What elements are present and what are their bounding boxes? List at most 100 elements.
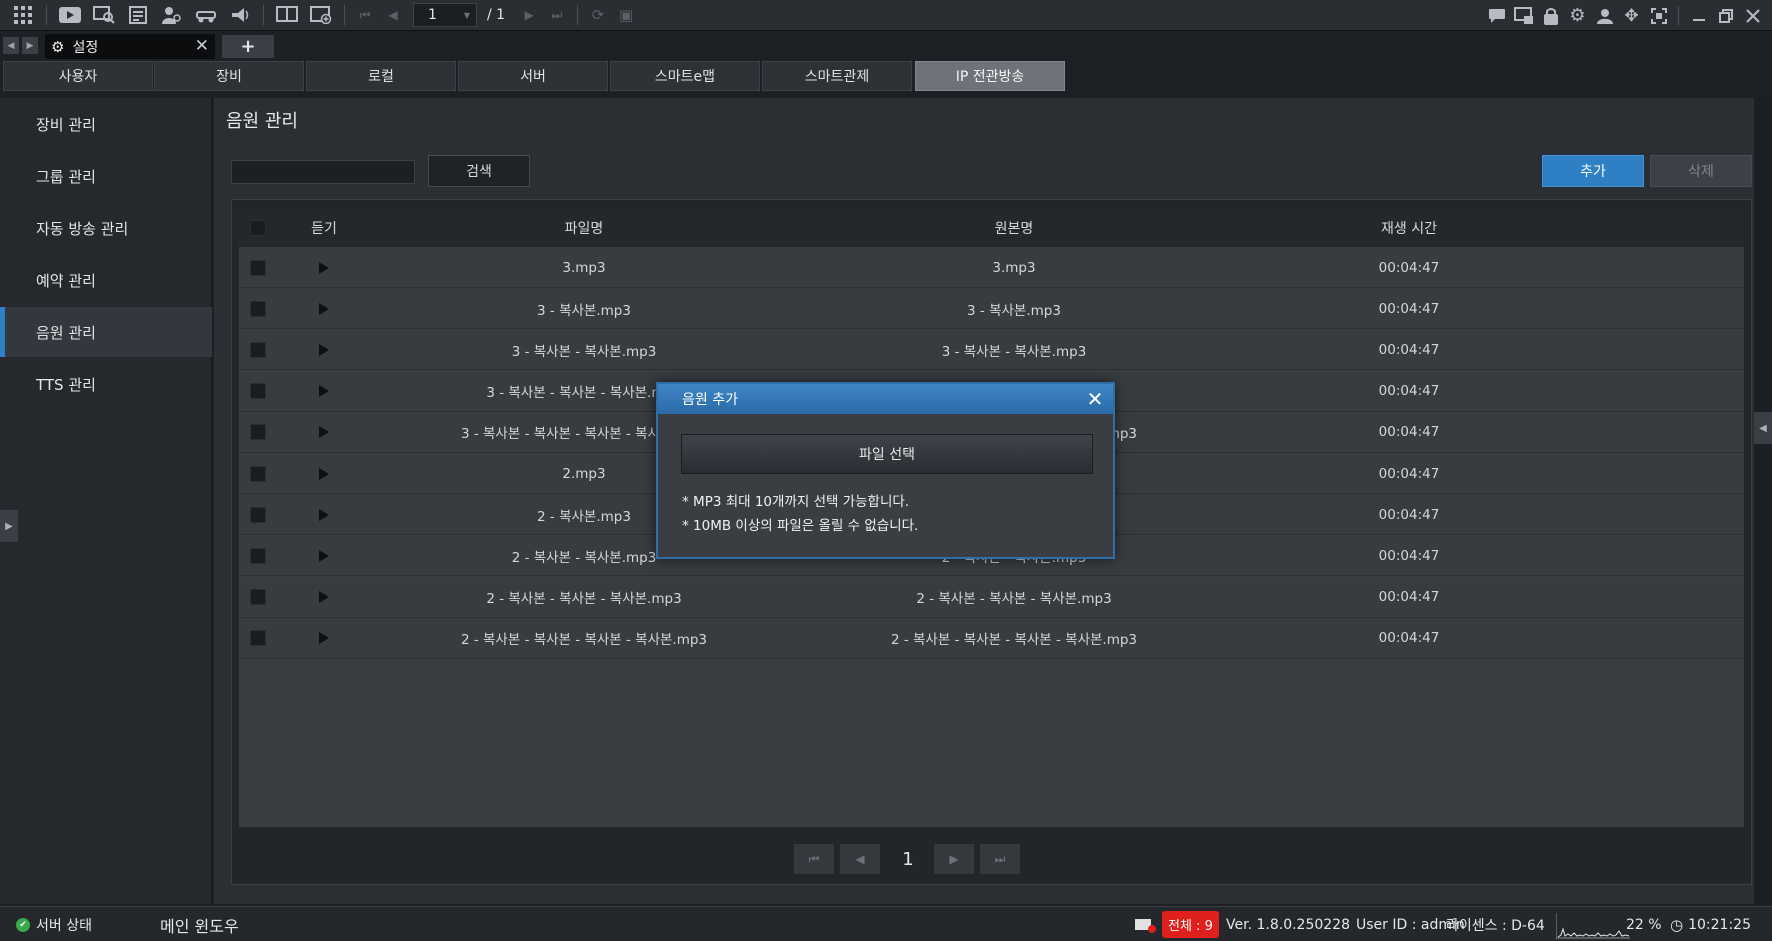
search-input[interactable]: [231, 160, 415, 184]
row-checkbox-cell[interactable]: [247, 371, 269, 412]
row-checkbox[interactable]: [250, 300, 266, 317]
tab-device[interactable]: 장비: [154, 61, 304, 91]
row-checkbox[interactable]: [250, 506, 266, 523]
column-header-filename[interactable]: 파일명: [359, 209, 809, 247]
add-tab-button[interactable]: +: [222, 35, 274, 58]
gear-icon[interactable]: ⚙: [1564, 2, 1591, 30]
message-icon[interactable]: [1510, 2, 1537, 30]
tab-smart-control[interactable]: 스마트관제: [762, 61, 912, 91]
sidebar-item-auto-broadcast[interactable]: 자동 방송 관리: [0, 203, 212, 253]
table-row[interactable]: 2 - 복사본 - 복사본 - 복사본 - 복사본.mp3 2 - 복사본 - 복…: [239, 617, 1744, 659]
grid-menu-icon[interactable]: [6, 1, 40, 29]
lock-icon[interactable]: [1537, 2, 1564, 30]
row-checkbox-cell[interactable]: [247, 494, 269, 535]
row-checkbox[interactable]: [250, 341, 266, 358]
delete-button[interactable]: 삭제: [1650, 155, 1752, 187]
add-layout-icon[interactable]: [304, 1, 338, 29]
right-panel-handle[interactable]: ◀: [1754, 412, 1772, 444]
row-checkbox-cell[interactable]: [247, 535, 269, 576]
event-list-icon[interactable]: [121, 1, 155, 29]
row-checkbox[interactable]: [250, 383, 266, 400]
restore-icon[interactable]: [1712, 2, 1739, 30]
broadcast-icon[interactable]: [223, 1, 257, 29]
user-icon[interactable]: [1591, 2, 1618, 30]
last-page-icon[interactable]: ⏭: [543, 1, 571, 29]
row-checkbox[interactable]: [250, 589, 266, 606]
row-checkbox-cell[interactable]: [247, 247, 269, 288]
row-checkbox-cell[interactable]: [247, 412, 269, 453]
play-button[interactable]: [299, 618, 349, 659]
play-button[interactable]: [299, 247, 349, 288]
play-button[interactable]: [299, 535, 349, 576]
close-icon[interactable]: ✕: [1083, 386, 1107, 412]
play-button[interactable]: [299, 453, 349, 494]
row-checkbox[interactable]: [250, 424, 266, 441]
first-page-icon[interactable]: ⏮: [351, 1, 379, 29]
alarm-count-badge[interactable]: 전체 : 9: [1162, 907, 1219, 941]
row-checkbox-cell[interactable]: [247, 618, 269, 659]
fullscreen-icon[interactable]: [1645, 2, 1672, 30]
close-icon[interactable]: [1739, 2, 1766, 30]
row-checkbox-cell[interactable]: [247, 288, 269, 329]
current-page-number[interactable]: 1: [888, 844, 928, 874]
tab-local[interactable]: 로컬: [306, 61, 456, 91]
row-checkbox-cell[interactable]: [247, 329, 269, 370]
sidebar-item-reservation[interactable]: 예약 관리: [0, 255, 212, 305]
tab-ip-broadcast[interactable]: IP 전관방송: [915, 61, 1065, 91]
table-row[interactable]: 3.mp3 3.mp3 00:04:47: [239, 247, 1744, 288]
play-button[interactable]: [299, 577, 349, 618]
live-view-icon[interactable]: [53, 1, 87, 29]
row-checkbox[interactable]: [250, 547, 266, 564]
play-button[interactable]: [299, 494, 349, 535]
capture-icon[interactable]: ▣: [612, 1, 640, 29]
column-header-duration[interactable]: 재생 시간: [1359, 209, 1459, 247]
sidebar-item-device-management[interactable]: 장비 관리: [0, 99, 212, 149]
row-checkbox-cell[interactable]: [247, 453, 269, 494]
tab-scroll-right-icon[interactable]: ▶: [22, 37, 38, 54]
table-row[interactable]: 2 - 복사본 - 복사본 - 복사본.mp3 2 - 복사본 - 복사본 - 복…: [239, 576, 1744, 618]
prev-page-icon[interactable]: ◀: [379, 1, 407, 29]
tab-scroll-left-icon[interactable]: ◀: [3, 37, 19, 54]
vehicle-icon[interactable]: [189, 1, 223, 29]
tab-user[interactable]: 사용자: [3, 61, 153, 91]
next-page-icon[interactable]: ▶: [515, 1, 543, 29]
close-tab-icon[interactable]: ✕: [195, 36, 209, 56]
select-all-checkbox-cell[interactable]: [247, 209, 269, 247]
table-row[interactable]: 3 - 복사본.mp3 3 - 복사본.mp3 00:04:47: [239, 288, 1744, 330]
sidebar-item-group-management[interactable]: 그룹 관리: [0, 151, 212, 201]
next-page-icon[interactable]: ▶: [934, 844, 974, 874]
row-checkbox[interactable]: [250, 630, 266, 647]
play-button[interactable]: [299, 371, 349, 412]
tab-smart-emap[interactable]: 스마트e맵: [610, 61, 760, 91]
last-page-icon[interactable]: ⏭: [980, 844, 1020, 874]
select-file-button[interactable]: 파일 선택: [681, 434, 1093, 474]
layout-icon[interactable]: [270, 1, 304, 29]
tab-settings[interactable]: ⚙ 설정 ✕: [45, 34, 215, 59]
row-checkbox-cell[interactable]: [247, 577, 269, 618]
prev-page-icon[interactable]: ◀: [840, 844, 880, 874]
server-status[interactable]: ✔ 서버 상태: [16, 907, 92, 941]
search-button[interactable]: 검색: [428, 155, 530, 187]
first-page-icon[interactable]: ⏮: [794, 844, 834, 874]
row-checkbox[interactable]: [250, 259, 266, 276]
sidebar-collapse-handle[interactable]: ▶: [0, 510, 18, 542]
column-header-original[interactable]: 원본명: [809, 209, 1219, 247]
play-button[interactable]: [299, 329, 349, 370]
move-icon[interactable]: ✥: [1618, 2, 1645, 30]
chat-icon[interactable]: [1483, 2, 1510, 30]
add-button[interactable]: 추가: [1542, 155, 1644, 187]
play-button[interactable]: [299, 288, 349, 329]
play-button[interactable]: [299, 412, 349, 453]
select-all-checkbox[interactable]: [250, 220, 266, 236]
alarm-bell-icon[interactable]: [1134, 907, 1156, 941]
person-search-icon[interactable]: [155, 1, 189, 29]
minimize-icon[interactable]: [1685, 2, 1712, 30]
search-playback-icon[interactable]: [87, 1, 121, 29]
table-row[interactable]: 3 - 복사본 - 복사본.mp3 3 - 복사본 - 복사본.mp3 00:04:…: [239, 329, 1744, 371]
tab-server[interactable]: 서버: [458, 61, 608, 91]
sidebar-item-audio-management[interactable]: 음원 관리: [0, 307, 212, 357]
page-number-input[interactable]: 1 ▼: [413, 3, 477, 27]
sidebar-item-tts-management[interactable]: TTS 관리: [0, 359, 212, 409]
refresh-icon[interactable]: ⟳: [584, 1, 612, 29]
row-checkbox[interactable]: [250, 465, 266, 482]
